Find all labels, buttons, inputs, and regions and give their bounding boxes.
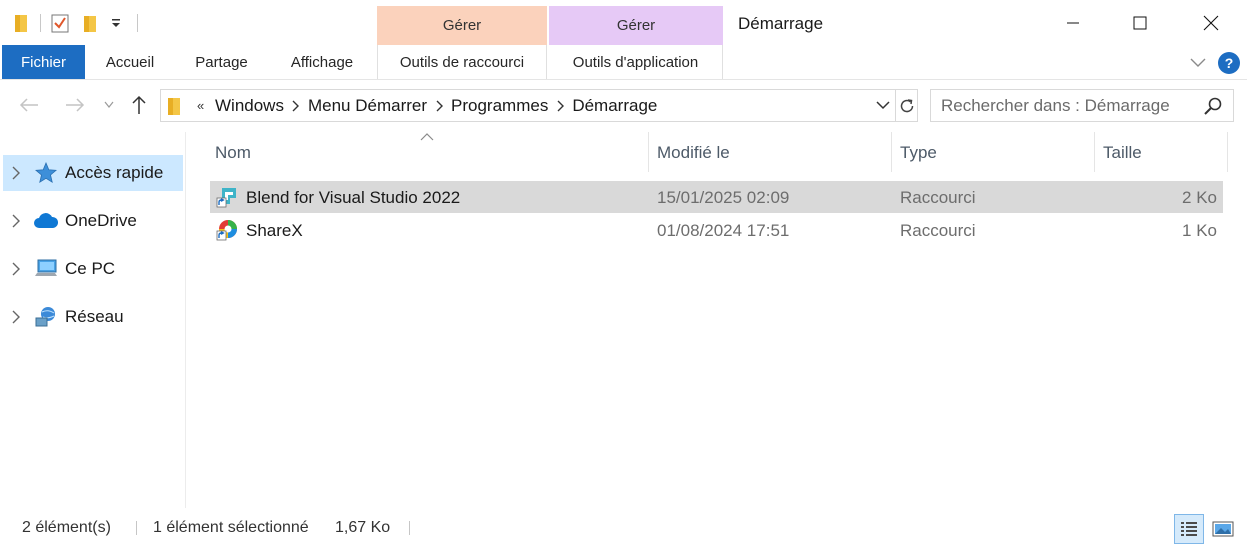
breadcrumb: Windows Menu Démarrer Programmes Démarra… xyxy=(209,96,663,116)
chevron-right-icon[interactable] xyxy=(3,299,29,335)
help-button[interactable]: ? xyxy=(1218,52,1240,74)
refresh-icon xyxy=(900,98,914,112)
new-folder-icon[interactable] xyxy=(79,12,101,34)
column-header-name[interactable]: Nom xyxy=(209,132,649,174)
expand-ribbon-button[interactable] xyxy=(1186,51,1210,75)
arrow-right-icon xyxy=(66,98,85,112)
search-icon[interactable] xyxy=(1203,96,1223,116)
status-item-count: 2 élément(s) xyxy=(22,519,111,536)
refresh-button[interactable] xyxy=(895,90,918,121)
computer-icon xyxy=(33,257,59,281)
column-header-size[interactable]: Taille xyxy=(1095,132,1228,174)
nav-item-network[interactable]: Réseau xyxy=(3,299,183,335)
shortcut-context-header: Gérer xyxy=(377,6,547,45)
cloud-icon xyxy=(33,209,59,233)
file-modified: 01/08/2024 17:51 xyxy=(657,221,790,240)
window-title: Démarrage xyxy=(738,14,824,33)
details-view-icon xyxy=(1181,522,1197,536)
breadcrumb-windows[interactable]: Windows xyxy=(209,96,290,116)
column-header-label: Nom xyxy=(215,143,251,162)
navigation-pane: Accès rapide OneDrive Ce PC Réseau xyxy=(0,132,186,508)
chevron-right-icon[interactable] xyxy=(290,99,302,113)
column-header-label: Type xyxy=(900,143,937,162)
folder-icon xyxy=(167,96,187,116)
nav-item-onedrive[interactable]: OneDrive xyxy=(3,203,183,239)
address-history-button[interactable] xyxy=(871,90,895,121)
breadcrumb-startup[interactable]: Démarrage xyxy=(566,96,663,116)
forward-button[interactable] xyxy=(60,90,90,120)
quick-access-toolbar xyxy=(10,10,146,36)
nav-item-label: Accès rapide xyxy=(65,163,164,182)
folder-icon[interactable] xyxy=(10,12,32,34)
star-icon xyxy=(33,161,59,185)
status-bar: 2 élément(s) 1 élément sélectionné 1,67 … xyxy=(0,508,1247,546)
back-button[interactable] xyxy=(14,90,44,120)
chevron-down-icon xyxy=(876,101,890,110)
chevron-down-icon xyxy=(104,101,114,108)
nav-item-quick-access[interactable]: Accès rapide xyxy=(3,155,183,191)
column-header-label: Modifié le xyxy=(657,143,730,162)
file-type: Raccourci xyxy=(900,188,976,207)
customize-toolbar-icon[interactable] xyxy=(105,12,127,34)
column-header-label: Taille xyxy=(1103,143,1142,162)
file-name: ShareX xyxy=(246,221,303,240)
navigation-bar: « Windows Menu Démarrer Programmes Démar… xyxy=(0,80,1247,132)
maximize-button[interactable] xyxy=(1117,0,1163,45)
arrow-left-icon xyxy=(19,98,38,112)
breadcrumb-start-menu[interactable]: Menu Démarrer xyxy=(302,96,433,116)
file-size: 2 Ko xyxy=(1182,188,1217,207)
address-bar[interactable]: « Windows Menu Démarrer Programmes Démar… xyxy=(160,89,918,122)
chevron-right-icon[interactable] xyxy=(3,155,29,191)
file-row[interactable]: ShareX 01/08/2024 17:51 Raccourci 1 Ko xyxy=(210,214,1223,246)
title-bar: Gérer Gérer Démarrage xyxy=(0,0,1247,45)
tab-view[interactable]: Affichage xyxy=(276,45,368,79)
column-header-type[interactable]: Type xyxy=(892,132,1095,174)
large-icons-view-icon xyxy=(1212,521,1234,537)
ribbon-tabs: Fichier Accueil Partage Affichage Outils… xyxy=(0,45,1247,80)
file-row[interactable]: Blend for Visual Studio 2022 15/01/2025 … xyxy=(210,181,1223,213)
tab-share[interactable]: Partage xyxy=(183,45,260,79)
chevron-right-icon[interactable] xyxy=(433,99,445,113)
recent-locations-button[interactable] xyxy=(98,90,120,120)
close-icon xyxy=(1203,15,1219,30)
file-type: Raccourci xyxy=(900,221,976,240)
tab-file[interactable]: Fichier xyxy=(2,45,85,79)
column-header-modified[interactable]: Modifié le xyxy=(649,132,892,174)
sharex-shortcut-icon xyxy=(216,219,238,241)
file-list: Nom Modifié le Type Taille Blend for Vis… xyxy=(187,132,1247,508)
tab-home[interactable]: Accueil xyxy=(92,45,168,79)
search-input[interactable] xyxy=(941,91,1201,120)
network-icon xyxy=(33,305,59,329)
blend-shortcut-icon xyxy=(216,186,238,208)
large-icons-view-button[interactable] xyxy=(1208,514,1238,544)
file-size: 1 Ko xyxy=(1182,221,1217,240)
chevron-down-icon xyxy=(1190,58,1206,67)
address-overflow[interactable]: « xyxy=(197,98,209,113)
file-name: Blend for Visual Studio 2022 xyxy=(246,188,461,207)
tab-shortcut-tools[interactable]: Outils de raccourci xyxy=(377,45,547,79)
file-modified: 15/01/2025 02:09 xyxy=(657,188,790,207)
maximize-icon xyxy=(1133,16,1147,29)
tab-application-tools[interactable]: Outils d'application xyxy=(549,45,723,79)
minimize-icon xyxy=(1067,22,1079,23)
status-selection: 1 élément sélectionné xyxy=(153,519,309,536)
nav-item-label: Ce PC xyxy=(65,259,116,278)
chevron-right-icon[interactable] xyxy=(3,203,29,239)
breadcrumb-programs[interactable]: Programmes xyxy=(445,96,554,116)
chevron-right-icon[interactable] xyxy=(554,99,566,113)
chevron-right-icon[interactable] xyxy=(3,251,29,287)
properties-icon[interactable] xyxy=(49,12,71,34)
minimize-button[interactable] xyxy=(1050,0,1096,45)
up-button[interactable] xyxy=(124,90,154,120)
application-context-header: Gérer xyxy=(549,6,723,45)
details-view-button[interactable] xyxy=(1174,514,1204,544)
status-selection-size: 1,67 Ko xyxy=(335,519,391,536)
close-button[interactable] xyxy=(1188,0,1234,45)
nav-item-label: Réseau xyxy=(65,307,124,326)
nav-item-this-pc[interactable]: Ce PC xyxy=(3,251,183,287)
search-box[interactable] xyxy=(930,89,1234,122)
nav-item-label: OneDrive xyxy=(65,211,137,230)
arrow-up-icon xyxy=(132,95,146,114)
